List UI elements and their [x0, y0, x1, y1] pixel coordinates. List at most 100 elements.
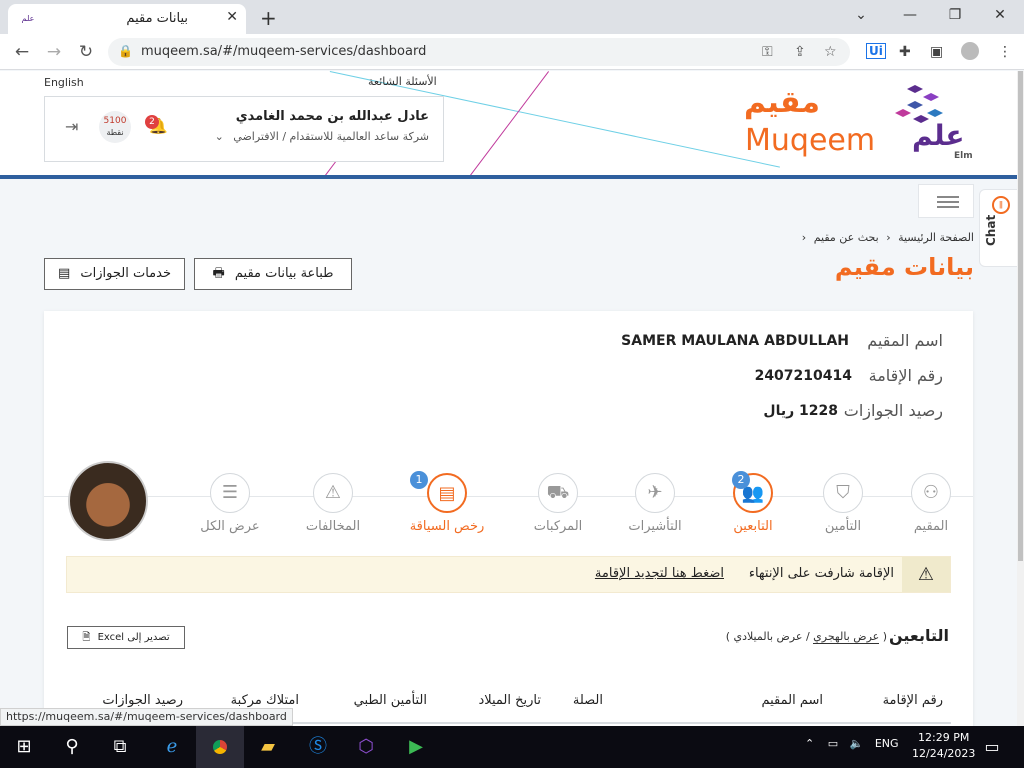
minimize-icon[interactable]: — [887, 4, 933, 26]
bookmark-star-icon[interactable]: ☆ [824, 44, 837, 60]
search-icon[interactable]: ⚲ [48, 726, 96, 768]
page-viewport: English الأسئلة الشائعة عادل عبدالله بن … [0, 71, 1020, 726]
puzzle-extensions-icon[interactable]: ✚ [899, 44, 911, 60]
column-header: اسم المقيم [761, 693, 823, 708]
logout-icon[interactable]: ⇥ [65, 117, 78, 136]
task-view-icon[interactable]: ⧉ [96, 726, 144, 768]
key-icon[interactable]: ⚿ [762, 44, 773, 60]
back-icon[interactable]: ← [10, 42, 34, 62]
hijri-toggle-link[interactable]: عرض بالهجري [813, 630, 880, 644]
resident-name-value: SAMER MAULANA ABDULLAH [621, 333, 849, 349]
volume-muted-icon[interactable]: 🔈 [850, 737, 864, 750]
dependents-title: التابعين [889, 626, 949, 645]
windows-taskbar: ⊞ ⚲ ⧉ ℯ ▰ Ⓢ ⬡ ▶ ⌃ ▭ 🔈 ENG 12:29 PM 12/24… [0, 726, 1024, 768]
chat-label: Chat [984, 214, 998, 246]
decorative-line [470, 71, 550, 176]
resident-photo-avatar [68, 461, 148, 541]
faq-link[interactable]: الأسئلة الشائعة [368, 75, 437, 88]
tab-label: رخص السياقة [409, 519, 485, 534]
points-label: نقطة [106, 128, 124, 137]
chrome-icon[interactable] [196, 726, 244, 768]
muqeem-logo-arabic[interactable]: مقيم [744, 85, 820, 120]
input-language[interactable]: ENG [875, 737, 899, 750]
app-s-icon[interactable]: Ⓢ [294, 726, 342, 768]
resident-card: اسم المقيم SAMER MAULANA ABDULLAH رقم ال… [44, 311, 973, 726]
breadcrumb-home-link[interactable]: الصفحة الرئيسية [898, 231, 974, 244]
tab-vehicles[interactable]: ⛟ المركبات [513, 473, 603, 534]
scrollbar-thumb[interactable] [1018, 71, 1023, 561]
user-company-dropdown[interactable]: شركة ساعد العالمية للاستقدام / الافتراضي… [215, 130, 429, 143]
browser-tab[interactable]: علم بيانات مقيم ✕ [8, 4, 246, 34]
renew-iqama-link[interactable]: اضغط هنا لتجديد الإقامة [595, 566, 724, 581]
hamburger-menu-button[interactable] [918, 184, 974, 218]
tab-view-all[interactable]: ☰ عرض الكل [185, 473, 275, 534]
print-resident-button[interactable]: طباعة بيانات مقيم 🖶 [194, 258, 352, 290]
taskbar-clock[interactable]: 12:29 PM 12/24/2023 [912, 730, 975, 762]
share-icon[interactable]: ⇪ [794, 44, 806, 60]
internet-explorer-icon[interactable]: ℯ [148, 726, 196, 768]
gregorian-toggle-link[interactable]: عرض بالميلادي [733, 630, 802, 643]
network-icon[interactable]: ▭ [828, 737, 838, 750]
tab-insurance[interactable]: ⛉ التأمين [798, 473, 888, 534]
muqeem-logo-english[interactable]: Muqeem [745, 123, 875, 158]
tab-label: المركبات [533, 519, 583, 534]
chevron-down-icon[interactable]: ⌄ [215, 130, 224, 143]
page-scrollbar[interactable] [1017, 71, 1024, 726]
toggle-bracket: ( [882, 630, 887, 643]
hamburger-bar [937, 196, 959, 198]
tab-visas[interactable]: ✈ التأشيرات [610, 473, 700, 534]
print-button-label: طباعة بيانات مقيم [234, 266, 334, 281]
license-icon: ▤ [427, 473, 467, 513]
browser-toolbar: ← → ↻ 🔒 muqeem.sa/#/muqeem-services/dash… [0, 34, 1024, 70]
media-player-icon[interactable]: ▶ [392, 726, 440, 768]
hamburger-bar [937, 206, 959, 208]
reload-icon[interactable]: ↻ [74, 42, 98, 62]
tab-driving-licenses[interactable]: ▤ رخص السياقة 1 [402, 471, 492, 534]
side-panel-icon[interactable]: ▣ [930, 44, 943, 60]
id-card-icon: ▤ [57, 266, 71, 281]
address-bar[interactable]: 🔒 muqeem.sa/#/muqeem-services/dashboard … [108, 38, 850, 66]
notifications-icon[interactable]: ▭ [968, 726, 1016, 768]
ui-extension-icon[interactable]: Ui [866, 43, 886, 59]
tab-label: المقيم [913, 519, 949, 534]
shield-icon: ⛉ [823, 473, 863, 513]
balance-value: 1228 ريال [763, 403, 838, 419]
car-icon: ⛟ [538, 473, 578, 513]
tray-chevron-up-icon[interactable]: ⌃ [805, 737, 814, 750]
tab-violations[interactable]: ⚠ المخالفات [288, 473, 378, 534]
iqama-expiry-alert: ⚠ الإقامة شارفت على الإنتهاء اضغط هنا لت… [66, 556, 951, 593]
alert-message: الإقامة شارفت على الإنتهاء [748, 566, 894, 581]
chat-widget-button[interactable]: ǁ Chat [979, 189, 1019, 267]
file-explorer-icon[interactable]: ▰ [244, 726, 292, 768]
profile-icon[interactable] [961, 42, 979, 60]
new-tab-icon[interactable]: + [260, 6, 277, 30]
app-purple-icon[interactable]: ⬡ [342, 726, 390, 768]
notification-count-badge: 2 [145, 115, 159, 129]
points-value: 5100 [103, 116, 127, 126]
export-label: تصدير إلى Excel [97, 632, 170, 643]
passport-button-label: خدمات الجوازات [80, 266, 171, 281]
close-window-icon[interactable]: ✕ [977, 4, 1023, 26]
url-text[interactable]: muqeem.sa/#/muqeem-services/dashboard [141, 44, 426, 59]
language-switch-link[interactable]: English [44, 76, 84, 89]
breadcrumb-search-link[interactable]: بحث عن مقيم [814, 231, 879, 244]
clock-date: 12/24/2023 [912, 747, 976, 760]
licenses-count-badge: 1 [410, 471, 428, 489]
elm-logo-english: Elm [954, 151, 973, 161]
restore-icon[interactable]: ❐ [932, 4, 978, 26]
column-header: رقم الإقامة [882, 693, 943, 708]
windows-start-icon[interactable]: ⊞ [0, 726, 48, 768]
lock-icon[interactable]: 🔒 [118, 44, 133, 58]
tab-close-icon[interactable]: ✕ [226, 9, 238, 25]
system-tray: ⌃ ▭ 🔈 ENG [805, 737, 899, 750]
tab-resident[interactable]: ⚇ المقيم [886, 473, 976, 534]
menu-kebab-icon[interactable]: ⋮ [998, 44, 1012, 60]
forward-icon[interactable]: → [42, 42, 66, 62]
tab-search-icon[interactable]: ⌄ [838, 4, 884, 26]
header-divider [0, 175, 1020, 179]
warning-icon: ⚠ [313, 473, 353, 513]
breadcrumb: الصفحة الرئيسية ‹ بحث عن مقيم ‹ [798, 231, 974, 244]
passport-services-button[interactable]: خدمات الجوازات ▤ [44, 258, 185, 290]
tab-dependents[interactable]: 👥 التابعين 2 [708, 471, 798, 534]
export-excel-button[interactable]: تصدير إلى Excel 🗎 [67, 626, 185, 649]
